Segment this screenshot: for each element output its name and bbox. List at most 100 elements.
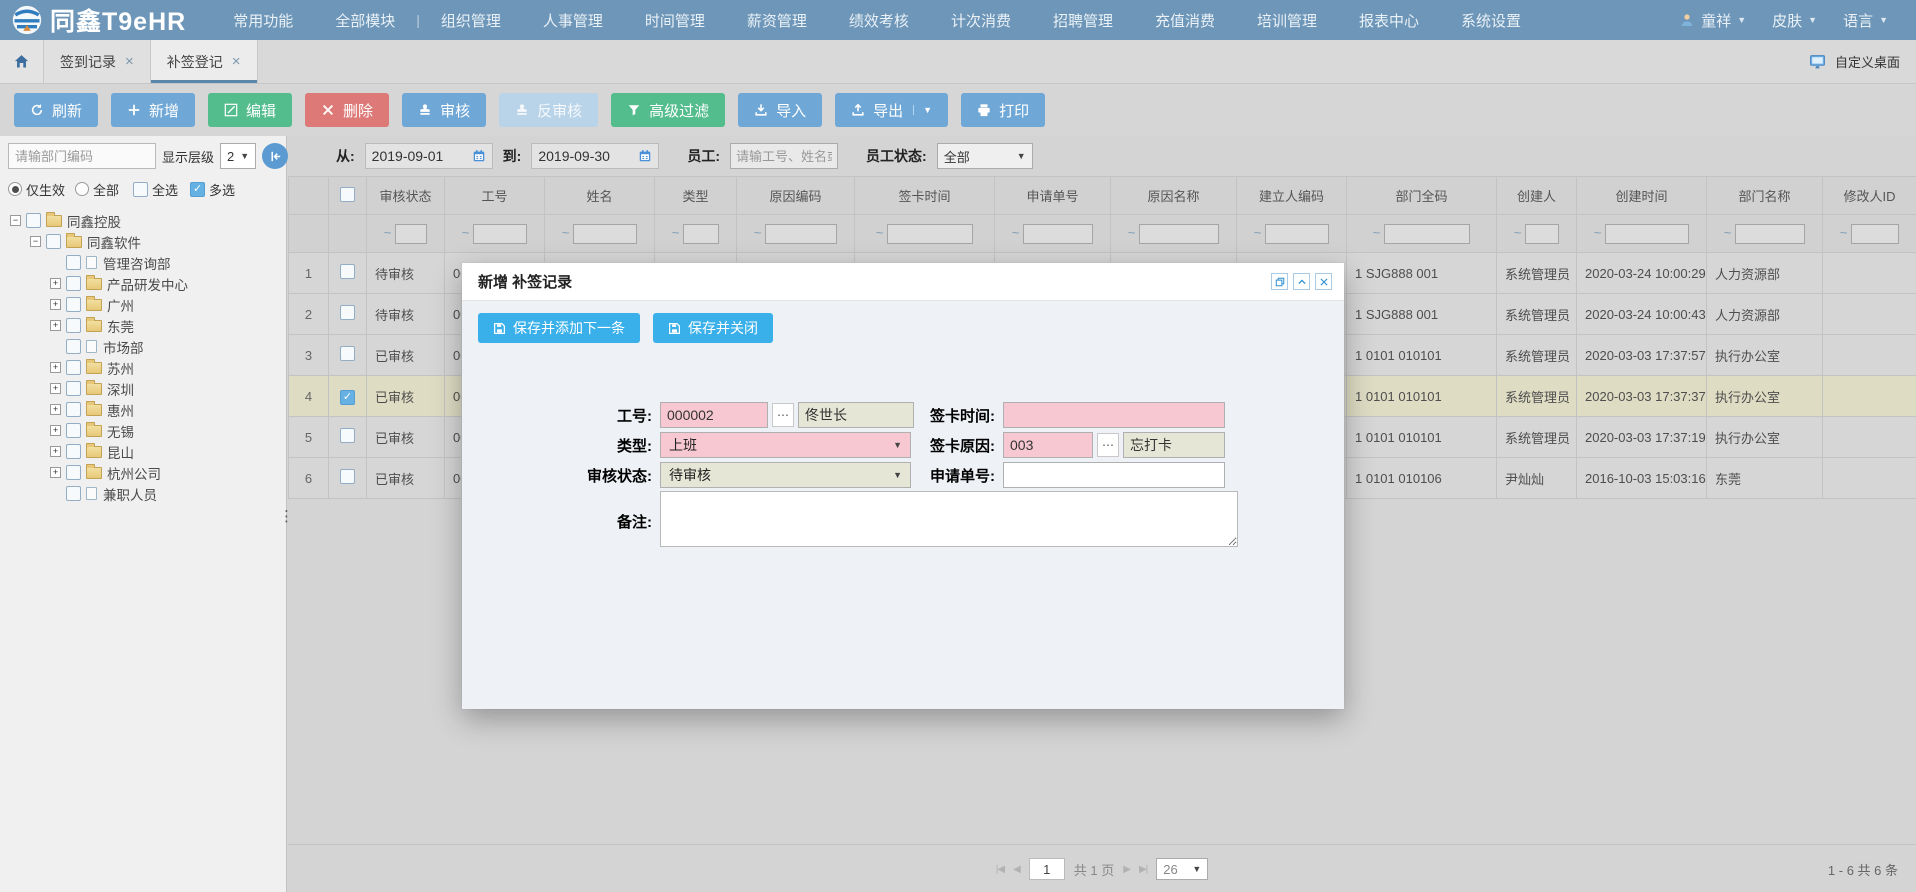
column-header-4[interactable]: 原因编码 [737, 177, 855, 215]
employee-status-select[interactable]: 全部▼ [937, 143, 1033, 169]
card-time-input[interactable] [1003, 402, 1225, 428]
reason-code-input[interactable] [1003, 432, 1093, 458]
menu-item-9[interactable]: 充值消费 [1134, 0, 1236, 40]
expand-icon[interactable]: + [50, 425, 61, 436]
column-header-6[interactable]: 申请单号 [995, 177, 1111, 215]
column-header-11[interactable]: 创建时间 [1577, 177, 1707, 215]
menu-item-11[interactable]: 报表中心 [1338, 0, 1440, 40]
multi-select-checkbox[interactable]: ✓ [190, 182, 205, 197]
tree-checkbox[interactable] [46, 234, 61, 249]
row-checkbox[interactable] [340, 469, 355, 484]
save-and-add-button[interactable]: 保存并添加下一条 [478, 313, 640, 343]
collapse-window-button[interactable] [1293, 273, 1310, 290]
tree-item-13[interactable]: 兼职人员 [6, 483, 280, 504]
menu-item-8[interactable]: 招聘管理 [1032, 0, 1134, 40]
row-checkbox[interactable] [340, 305, 355, 320]
employee-search-input[interactable] [730, 143, 838, 169]
row-checkbox[interactable]: ✓ [340, 390, 355, 405]
page-number-input[interactable] [1029, 858, 1065, 880]
tree-checkbox[interactable] [66, 255, 81, 270]
column-filter-input-13[interactable] [1851, 224, 1899, 244]
level-select[interactable]: 2▼ [220, 143, 256, 169]
column-header-10[interactable]: 创建人 [1497, 177, 1577, 215]
to-date-input[interactable]: 2019-09-30 [531, 143, 659, 169]
tree-item-5[interactable]: +东莞 [6, 315, 280, 336]
tree-checkbox[interactable] [66, 297, 81, 312]
tree-checkbox[interactable] [66, 486, 81, 501]
toolbar-button-7[interactable]: 导入 [738, 93, 822, 127]
save-and-close-button[interactable]: 保存并关闭 [653, 313, 773, 343]
restore-window-button[interactable] [1271, 273, 1288, 290]
menu-item-7[interactable]: 计次消费 [930, 0, 1032, 40]
tree-item-12[interactable]: +杭州公司 [6, 462, 280, 483]
column-filter-input-6[interactable] [1023, 224, 1093, 244]
row-checkbox[interactable] [340, 428, 355, 443]
tree-checkbox[interactable] [66, 444, 81, 459]
toolbar-button-3[interactable]: 删除 [305, 93, 389, 127]
tree-item-9[interactable]: +惠州 [6, 399, 280, 420]
tree-checkbox[interactable] [66, 402, 81, 417]
all-radio[interactable] [75, 182, 89, 196]
column-filter-input-11[interactable] [1605, 224, 1689, 244]
column-filter-input-12[interactable] [1735, 224, 1805, 244]
expand-icon[interactable]: + [50, 299, 61, 310]
tree-item-6[interactable]: 市场部 [6, 336, 280, 357]
column-filter-input-4[interactable] [765, 224, 837, 244]
tab-close-icon[interactable]: × [232, 53, 241, 70]
audit-status-select[interactable]: 待审核▼ [660, 462, 911, 488]
collapse-icon[interactable]: − [30, 236, 41, 247]
menu-item-10[interactable]: 培训管理 [1236, 0, 1338, 40]
expand-icon[interactable]: + [50, 383, 61, 394]
column-filter-input-8[interactable] [1265, 224, 1329, 244]
menu-item-5[interactable]: 薪资管理 [726, 0, 828, 40]
collapse-icon[interactable]: − [10, 215, 21, 226]
page-size-select[interactable]: 26▼ [1156, 858, 1208, 880]
select-all-rows-checkbox[interactable] [340, 187, 355, 202]
first-page-button[interactable]: |◀ [996, 864, 1004, 875]
work-no-lookup-button[interactable]: ⋯ [772, 403, 794, 427]
calendar-icon[interactable] [472, 149, 486, 163]
tree-item-3[interactable]: +产品研发中心 [6, 273, 280, 294]
menu-item-2[interactable]: 组织管理 [420, 0, 522, 40]
expand-icon[interactable]: + [50, 467, 61, 478]
column-header-3[interactable]: 类型 [655, 177, 737, 215]
work-no-input[interactable] [660, 402, 768, 428]
column-filter-input-5[interactable] [887, 224, 973, 244]
calendar-icon[interactable] [638, 149, 652, 163]
column-header-12[interactable]: 部门名称 [1707, 177, 1823, 215]
reason-lookup-button[interactable]: ⋯ [1097, 433, 1119, 457]
menu-item-0[interactable]: 常用功能 [212, 0, 314, 40]
apply-no-input[interactable] [1003, 462, 1225, 488]
tree-item-1[interactable]: −同鑫软件 [6, 231, 280, 252]
tree-checkbox[interactable] [66, 360, 81, 375]
language-menu[interactable]: 语言 ▼ [1843, 10, 1888, 31]
collapse-sidebar-button[interactable] [262, 143, 288, 169]
tab-0[interactable]: 签到记录× [44, 40, 151, 83]
export-dropdown-caret[interactable]: ▼ [913, 105, 932, 115]
select-all-checkbox[interactable] [133, 182, 148, 197]
toolbar-button-6[interactable]: 高级过滤 [611, 93, 725, 127]
tree-checkbox[interactable] [66, 318, 81, 333]
tab-close-icon[interactable]: × [125, 53, 134, 70]
column-filter-input-10[interactable] [1525, 224, 1559, 244]
tree-item-2[interactable]: 管理咨询部 [6, 252, 280, 273]
toolbar-button-0[interactable]: 刷新 [14, 93, 98, 127]
column-header-9[interactable]: 部门全码 [1347, 177, 1497, 215]
tree-checkbox[interactable] [66, 276, 81, 291]
toolbar-button-9[interactable]: 打印 [961, 93, 1045, 127]
tree-checkbox[interactable] [66, 339, 81, 354]
row-checkbox[interactable] [340, 346, 355, 361]
from-date-input[interactable]: 2019-09-01 [365, 143, 493, 169]
tree-item-11[interactable]: +昆山 [6, 441, 280, 462]
remark-textarea[interactable] [660, 491, 1238, 547]
expand-icon[interactable]: + [50, 278, 61, 289]
prev-page-button[interactable]: ◀ [1013, 864, 1020, 875]
expand-icon[interactable]: + [50, 446, 61, 457]
menu-item-6[interactable]: 绩效考核 [828, 0, 930, 40]
column-header-5[interactable]: 签卡时间 [855, 177, 995, 215]
toolbar-button-2[interactable]: 编辑 [208, 93, 292, 127]
column-header-8[interactable]: 建立人编码 [1237, 177, 1347, 215]
menu-item-12[interactable]: 系统设置 [1440, 0, 1542, 40]
custom-desktop-button[interactable]: 自定义桌面 [1808, 40, 1916, 83]
close-icon[interactable] [1315, 273, 1332, 290]
